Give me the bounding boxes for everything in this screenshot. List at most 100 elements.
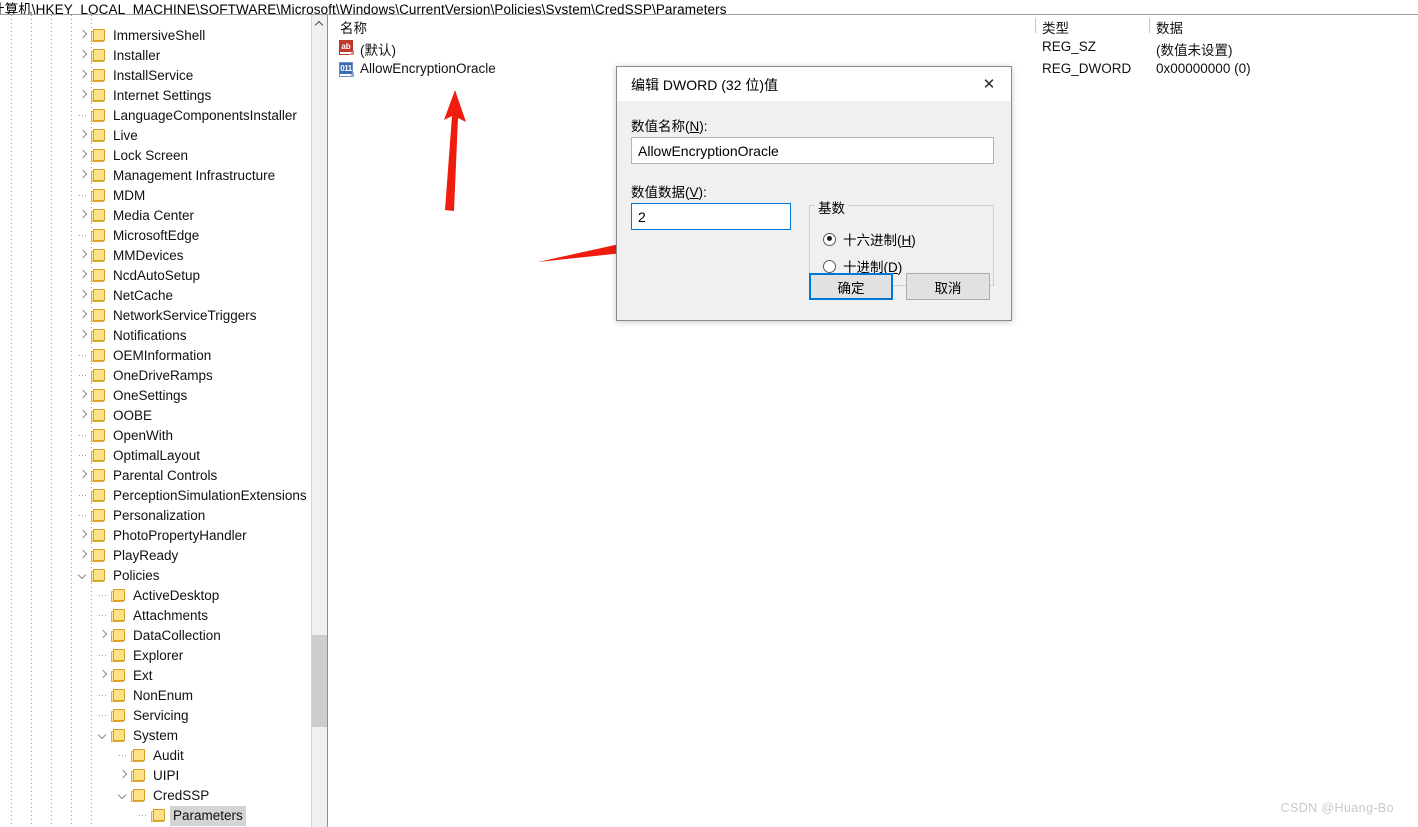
chevron-right-icon[interactable]	[75, 406, 91, 426]
value-row[interactable]: ab (默认) REG_SZ (数值未设置)	[328, 37, 1418, 59]
chevron-right-icon[interactable]	[75, 466, 91, 486]
folder-icon	[91, 309, 107, 323]
tree-item-servicing[interactable]: Servicing	[0, 706, 311, 726]
dialog-title-bar[interactable]: 编辑 DWORD (32 位)值 ✕	[617, 67, 1011, 101]
chevron-right-icon[interactable]	[75, 546, 91, 566]
chevron-right-icon[interactable]	[75, 386, 91, 406]
tree-item-mdm[interactable]: MDM	[0, 186, 311, 206]
chevron-right-icon[interactable]	[75, 246, 91, 266]
tree-elbow	[99, 595, 108, 596]
chevron-right-icon[interactable]	[95, 626, 111, 646]
chevron-right-icon[interactable]	[75, 46, 91, 66]
tree-item-mmdevices[interactable]: MMDevices	[0, 246, 311, 266]
tree-item-installservice[interactable]: InstallService	[0, 66, 311, 86]
tree-item-uipi[interactable]: UIPI	[0, 766, 311, 786]
folder-icon	[91, 489, 107, 503]
chevron-right-icon[interactable]	[75, 306, 91, 326]
chevron-right-icon[interactable]	[75, 266, 91, 286]
radio-decimal-indicator[interactable]	[823, 259, 836, 273]
tree-item-internet-settings[interactable]: Internet Settings	[0, 86, 311, 106]
column-header-name[interactable]: 名称	[340, 17, 367, 37]
tree-item-oobe[interactable]: OOBE	[0, 406, 311, 426]
tree-item-activedesktop[interactable]: ActiveDesktop	[0, 586, 311, 606]
column-header-type[interactable]: 类型	[1042, 17, 1069, 37]
tree-item-label: PlayReady	[113, 548, 179, 563]
column-separator-1[interactable]	[1149, 18, 1150, 33]
chevron-right-icon[interactable]	[75, 206, 91, 226]
tree-item-networkservicetriggers[interactable]: NetworkServiceTriggers	[0, 306, 311, 326]
tree-item-immersiveshell[interactable]: ImmersiveShell	[0, 26, 311, 46]
scroll-up-arrow-icon[interactable]	[312, 15, 327, 31]
address-bar[interactable]: 计算机\HKEY_LOCAL_MACHINE\SOFTWARE\Microsof…	[0, 0, 1418, 15]
chevron-right-icon[interactable]	[95, 666, 111, 686]
tree-elbow	[79, 355, 88, 356]
column-header-data[interactable]: 数据	[1156, 17, 1183, 37]
tree-item-nonenum[interactable]: NonEnum	[0, 686, 311, 706]
tree-item-installer[interactable]: Installer	[0, 46, 311, 66]
tree-item-ext[interactable]: Ext	[0, 666, 311, 686]
tree-vertical-scrollbar[interactable]	[311, 15, 327, 827]
tree-item-microsoftedge[interactable]: MicrosoftEdge	[0, 226, 311, 246]
tree-item-netcache[interactable]: NetCache	[0, 286, 311, 306]
tree-item-optimallayout[interactable]: OptimalLayout	[0, 446, 311, 466]
tree-item-live[interactable]: Live	[0, 126, 311, 146]
radio-hexadecimal[interactable]: 十六进制(H)	[823, 229, 916, 249]
tree-item-label: Live	[113, 128, 138, 143]
tree-item-label: UIPI	[153, 768, 180, 783]
tree-item-photopropertyhandler[interactable]: PhotoPropertyHandler	[0, 526, 311, 546]
folder-icon	[111, 609, 127, 623]
chevron-right-icon[interactable]	[75, 166, 91, 186]
tree-item-credssp[interactable]: CredSSP	[0, 786, 311, 806]
folder-icon	[91, 329, 107, 343]
tree-item-attachments[interactable]: Attachments	[0, 606, 311, 626]
tree-item-lock-screen[interactable]: Lock Screen	[0, 146, 311, 166]
chevron-right-icon[interactable]	[75, 526, 91, 546]
value-cell-data: 0x00000000 (0)	[1156, 61, 1251, 76]
tree-item-notifications[interactable]: Notifications	[0, 326, 311, 346]
tree-item-perceptionsimulationextensions[interactable]: PerceptionSimulationExtensions	[0, 486, 311, 506]
folder-icon	[91, 209, 107, 223]
chevron-down-icon[interactable]	[75, 566, 91, 586]
chevron-right-icon[interactable]	[75, 86, 91, 106]
tree-item-management-infrastructure[interactable]: Management Infrastructure	[0, 166, 311, 186]
chevron-right-icon[interactable]	[75, 146, 91, 166]
close-icon[interactable]: ✕	[967, 67, 1011, 100]
column-separator-0[interactable]	[1035, 18, 1036, 33]
chevron-right-icon[interactable]	[75, 66, 91, 86]
tree-item-parameters[interactable]: Parameters	[0, 806, 311, 826]
folder-icon	[111, 709, 127, 723]
ok-button[interactable]: 确定	[809, 273, 893, 300]
tree-item-label: OpenWith	[113, 428, 174, 443]
tree-item-explorer[interactable]: Explorer	[0, 646, 311, 666]
folder-icon	[91, 569, 107, 583]
tree-item-openwith[interactable]: OpenWith	[0, 426, 311, 446]
chevron-right-icon[interactable]	[75, 286, 91, 306]
chevron-right-icon[interactable]	[115, 766, 131, 786]
tree-item-system[interactable]: System	[0, 726, 311, 746]
chevron-right-icon[interactable]	[75, 126, 91, 146]
chevron-down-icon[interactable]	[115, 786, 131, 806]
tree-item-playready[interactable]: PlayReady	[0, 546, 311, 566]
value-name-input[interactable]	[631, 137, 994, 164]
tree-item-audit[interactable]: Audit	[0, 746, 311, 766]
tree-item-media-center[interactable]: Media Center	[0, 206, 311, 226]
tree-item-personalization[interactable]: Personalization	[0, 506, 311, 526]
chevron-down-icon[interactable]	[95, 726, 111, 746]
chevron-right-icon[interactable]	[75, 26, 91, 46]
cancel-button[interactable]: 取消	[906, 273, 990, 300]
tree-item-languagecomponentsinstaller[interactable]: LanguageComponentsInstaller	[0, 106, 311, 126]
scrollbar-thumb[interactable]	[312, 635, 327, 727]
radio-hexadecimal-indicator[interactable]	[823, 232, 836, 246]
value-data-input[interactable]	[631, 203, 791, 230]
tree-item-onedriveramps[interactable]: OneDriveRamps	[0, 366, 311, 386]
tree-item-datacollection[interactable]: DataCollection	[0, 626, 311, 646]
tree-item-onesettings[interactable]: OneSettings	[0, 386, 311, 406]
registry-key-tree-pane[interactable]: ImmersiveShell Installer InstallService Int…	[0, 15, 327, 827]
tree-elbow	[79, 115, 88, 116]
tree-item-parental-controls[interactable]: Parental Controls	[0, 466, 311, 486]
tree-item-policies[interactable]: Policies	[0, 566, 311, 586]
chevron-right-icon[interactable]	[75, 326, 91, 346]
tree-item-oeminformation[interactable]: OEMInformation	[0, 346, 311, 366]
tree-item-ncdautosetup[interactable]: NcdAutoSetup	[0, 266, 311, 286]
tree-elbow	[99, 695, 108, 696]
